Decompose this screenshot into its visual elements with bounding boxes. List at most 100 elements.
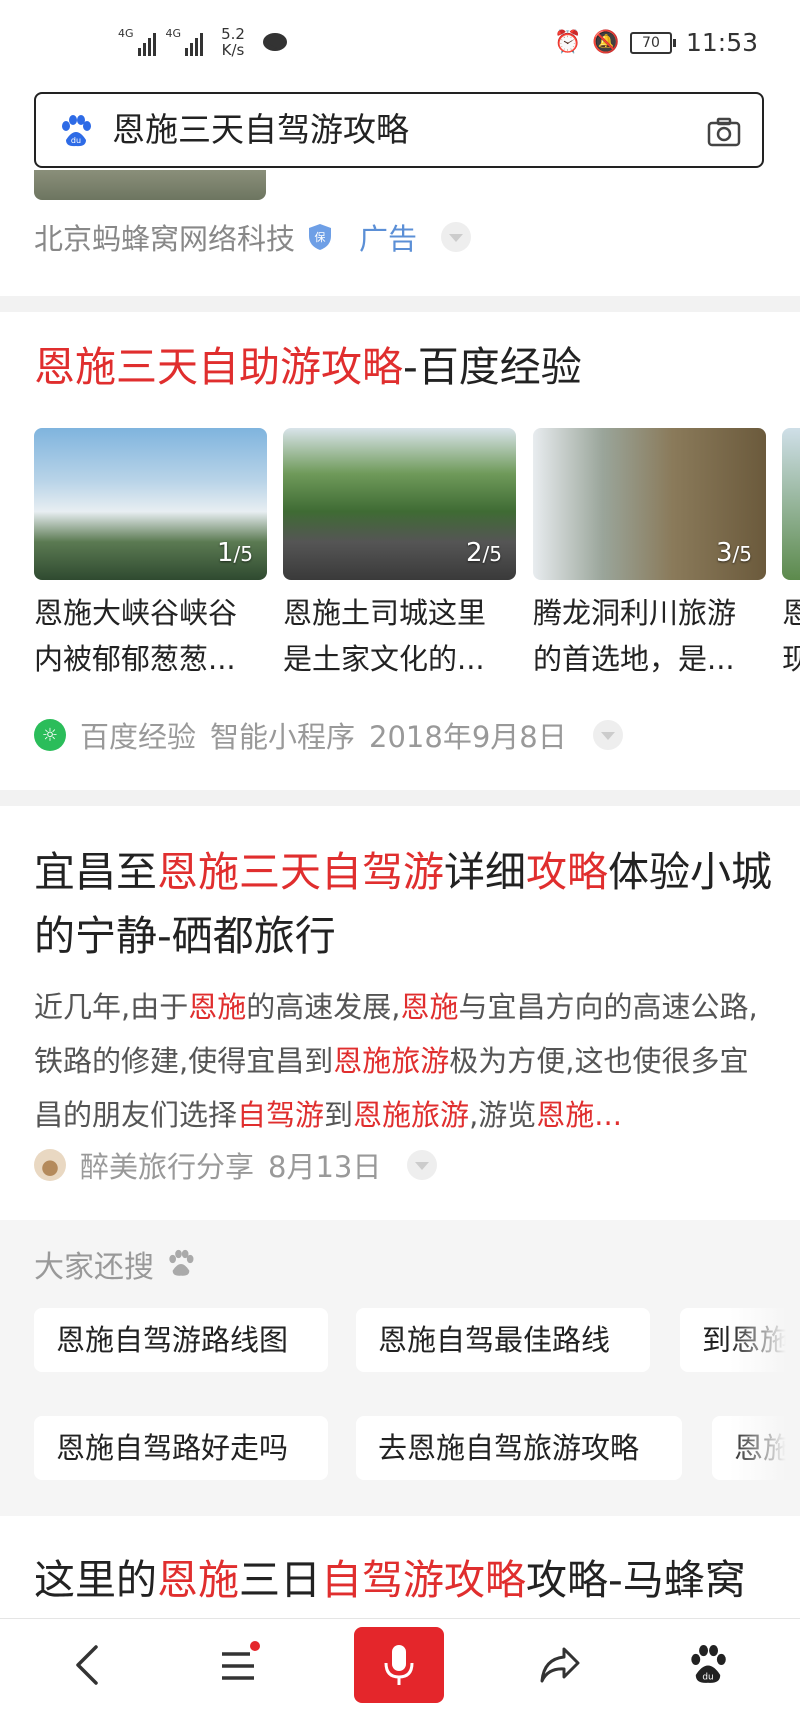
bottom-nav: du	[0, 1618, 800, 1712]
result-meta: ☼ 百度经验 智能小程序 2018年9月8日	[34, 714, 623, 756]
network-type: 4G	[165, 27, 182, 40]
image-counter: 3/5	[715, 538, 752, 568]
keyword-highlight: 恩施	[188, 990, 247, 1024]
text-segment: 详细	[444, 848, 526, 896]
text-segment: 三日	[239, 1556, 321, 1604]
signal-icon: 4G	[118, 28, 156, 56]
message-icon	[262, 33, 287, 51]
baidu-paw-icon: du	[62, 115, 91, 147]
thumbnail-image: 1/5	[34, 428, 267, 580]
result-meta: 醉美旅行分享 8月13日	[34, 1144, 438, 1186]
thumb-caption: 是土家文化的...	[283, 642, 485, 676]
thumb-caption: 的首选地，是...	[533, 642, 735, 676]
keyword-highlight: 攻略	[526, 848, 608, 896]
thumb-caption: 现	[782, 642, 800, 676]
carousel-item[interactable]: 2/5 恩施土司城这里 是土家文化的...	[283, 428, 516, 678]
ad-source: 北京蚂蜂窝网络科技	[34, 222, 296, 256]
signal-icon: 4G	[166, 28, 204, 56]
related-title: 大家还搜	[34, 1242, 196, 1286]
text-segment: 攻略-马蜂窝	[526, 1556, 746, 1604]
image-counter: 1/5	[216, 538, 253, 568]
network-type: 4G	[118, 27, 134, 40]
keyword-highlight: 恩施	[400, 990, 459, 1024]
text-segment: ,游览	[469, 1098, 537, 1132]
alarm-icon: ⏰	[553, 29, 582, 55]
result-abstract: 近几年,由于恩施的高速发展,恩施与宜昌方向的高速公路,铁路的修建,使得宜昌到恩施…	[34, 980, 774, 1142]
text-segment: 宜昌至	[34, 848, 157, 896]
notification-dot	[250, 1641, 260, 1651]
carousel-item[interactable]: 3/5 腾龙洞利川旅游 的首选地，是...	[533, 428, 766, 678]
author-name: 醉美旅行分享	[80, 1150, 255, 1184]
title-highlight: 恩施三天自助游攻略	[34, 343, 403, 391]
carousel-item[interactable]: 1/5 恩施大峡谷峡谷 内被郁郁葱葱...	[34, 428, 267, 678]
mic-icon	[384, 1645, 414, 1685]
menu-icon	[222, 1652, 254, 1680]
chevron-down-icon[interactable]	[441, 222, 472, 252]
clock: 11:53	[685, 28, 758, 57]
carousel-item[interactable]: 恩 现	[782, 428, 800, 678]
related-chip[interactable]: 恩施自驾最佳路线	[356, 1308, 650, 1372]
share-icon	[540, 1647, 580, 1683]
speed-value: 5.2	[221, 25, 245, 43]
result-date: 2018年9月8日	[369, 720, 567, 754]
ad-source-line: 北京蚂蜂窝网络科技 保 广告	[34, 216, 472, 258]
keyword-highlight: 自驾游攻略	[321, 1556, 526, 1604]
speed-unit: K/s	[221, 41, 245, 59]
status-bar: 4G 4G 5.2 K/s ⏰ 🔕 70 11:53	[0, 0, 800, 90]
text-segment: 到	[324, 1098, 354, 1132]
chevron-down-icon[interactable]	[407, 1150, 438, 1180]
thumbnail-image: 2/5	[283, 428, 516, 580]
divider	[0, 790, 800, 806]
share-button[interactable]	[528, 1633, 592, 1697]
svg-text:du: du	[702, 1672, 713, 1682]
source-name: 百度经验	[80, 720, 197, 754]
search-input[interactable]: 恩施三天自驾游攻略	[112, 110, 409, 150]
related-chip[interactable]: 恩施自驾游路线图	[34, 1308, 328, 1372]
svg-text:du: du	[71, 136, 81, 145]
mini-program-label: 智能小程序	[210, 720, 356, 754]
related-chip[interactable]: 去恩施自驾旅游攻略	[356, 1416, 682, 1480]
avatar	[34, 1149, 66, 1181]
result-title[interactable]: 这里的恩施三日自驾游攻略攻略-马蜂窝	[34, 1548, 746, 1612]
battery-icon: 70	[629, 31, 676, 54]
image-carousel[interactable]: 1/5 恩施大峡谷峡谷 内被郁郁葱葱... 2/5 恩施土司城这里 是土家文化的…	[34, 428, 800, 678]
baidu-paw-icon	[169, 1249, 194, 1276]
status-left: 4G 4G 5.2 K/s	[118, 26, 287, 58]
svg-text:保: 保	[315, 230, 326, 244]
related-chip[interactable]: 恩施自驾路好走吗	[34, 1416, 328, 1480]
baidu-home-button[interactable]: du	[676, 1633, 740, 1697]
image-counter: 2/5	[465, 538, 502, 568]
voice-search-button[interactable]	[354, 1627, 444, 1703]
scroll-fade	[730, 1220, 800, 1516]
keyword-highlight: 自驾游	[237, 1098, 325, 1132]
thumbnail-image: 3/5	[533, 428, 766, 580]
divider	[0, 296, 800, 312]
result-title[interactable]: 宜昌至恩施三天自驾游详细攻略体验小城的宁静-硒都旅行	[34, 840, 774, 968]
lightbulb-icon: ☼	[34, 719, 66, 751]
ad-image[interactable]	[34, 170, 266, 200]
related-searches: 大家还搜 恩施自驾游路线图 恩施自驾最佳路线 到恩施 恩施自驾路好走吗 去恩施自…	[0, 1220, 800, 1516]
thumbnail-image	[782, 428, 800, 580]
back-button[interactable]	[56, 1633, 120, 1697]
keyword-highlight: 恩施	[157, 1556, 239, 1604]
text-segment: 近几年,由于	[34, 990, 189, 1024]
ad-label: 广告	[359, 222, 418, 256]
keyword-highlight: 恩施旅游	[353, 1098, 470, 1132]
keyword-highlight: 恩施三天自驾游	[157, 848, 444, 896]
text-segment: 这里的	[34, 1556, 157, 1604]
shield-icon: 保	[309, 224, 332, 250]
chevron-left-icon	[76, 1645, 98, 1685]
mute-icon: 🔕	[591, 29, 620, 55]
result-date: 8月13日	[268, 1150, 382, 1184]
thumb-caption: 内被郁郁葱葱...	[34, 642, 236, 676]
result-title[interactable]: 恩施三天自助游攻略-百度经验	[34, 340, 582, 394]
baidu-paw-icon: du	[691, 1645, 726, 1683]
text-segment: 的高速发展,	[246, 990, 401, 1024]
chevron-down-icon[interactable]	[592, 720, 623, 750]
related-title-text: 大家还搜	[34, 1250, 154, 1285]
menu-button[interactable]	[206, 1633, 270, 1697]
search-box[interactable]: du 恩施三天自驾游攻略	[34, 92, 764, 168]
network-speed: 5.2 K/s	[221, 26, 245, 58]
keyword-highlight: 恩施旅游	[333, 1044, 450, 1078]
camera-icon[interactable]	[706, 114, 742, 150]
